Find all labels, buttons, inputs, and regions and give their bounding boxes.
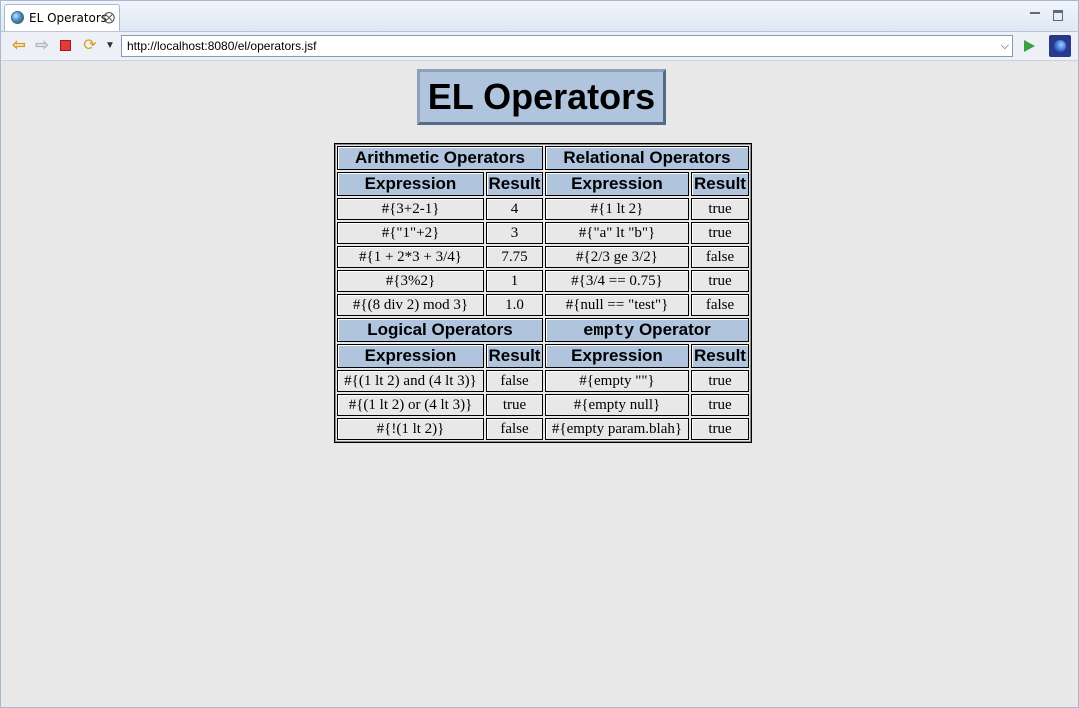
expression-cell: #{!(1 lt 2)} [337, 418, 484, 440]
expression-cell: #{"1"+2} [337, 222, 484, 244]
url-input[interactable] [127, 38, 987, 54]
table-row: #{3%2} 1 #{3/4 == 0.75} true [337, 270, 749, 292]
result-cell: true [691, 222, 749, 244]
expression-cell: #{empty param.blah} [545, 418, 689, 440]
expression-cell: #{empty ""} [545, 370, 689, 392]
tab-title: EL Operators [29, 11, 108, 25]
result-cell: true [691, 394, 749, 416]
tab-el-operators[interactable]: EL Operators ⨂ [4, 4, 120, 31]
tab-bar: EL Operators ⨂ [1, 1, 1078, 32]
table-row: #{(1 lt 2) and (4 lt 3)} false #{empty "… [337, 370, 749, 392]
result-cell: true [691, 370, 749, 392]
page-title-box: EL Operators [417, 69, 666, 125]
page-content: EL Operators Arithmetic Operators Relati… [2, 61, 1078, 706]
page-title: EL Operators [427, 76, 656, 117]
result-cell: true [691, 418, 749, 440]
result-cell: false [691, 294, 749, 316]
result-cell: false [691, 246, 749, 268]
empty-keyword: empty [583, 321, 635, 341]
eclipse-icon[interactable] [1049, 35, 1071, 57]
result-cell: 7.75 [486, 246, 543, 268]
browser-window: EL Operators ⨂ ⇦ ⇨ ⟳ ▼ ⌵ EL Operators Ar… [0, 0, 1079, 708]
expression-cell: #{3+2-1} [337, 198, 484, 220]
expression-cell: #{"a" lt "b"} [545, 222, 689, 244]
column-header: Result [486, 344, 543, 368]
expression-cell: #{1 lt 2} [545, 198, 689, 220]
result-cell: true [691, 198, 749, 220]
table-row: #{3+2-1} 4 #{1 lt 2} true [337, 198, 749, 220]
column-header: Result [691, 344, 749, 368]
expression-cell: #{empty null} [545, 394, 689, 416]
empty-operator-label: Operator [634, 319, 711, 339]
go-icon[interactable] [1019, 36, 1039, 56]
minimize-button[interactable] [1028, 7, 1042, 21]
table-row: #{!(1 lt 2)} false #{empty param.blah} t… [337, 418, 749, 440]
table-row: #{(8 div 2) mod 3} 1.0 #{null == "test"}… [337, 294, 749, 316]
table-row: #{(1 lt 2) or (4 lt 3)} true #{empty nul… [337, 394, 749, 416]
browser-toolbar: ⇦ ⇨ ⟳ ▼ ⌵ [1, 32, 1078, 61]
maximize-button[interactable] [1051, 7, 1065, 21]
result-cell: false [486, 418, 543, 440]
url-field[interactable]: ⌵ [121, 35, 1013, 57]
chevron-down-icon[interactable]: ▼ [100, 36, 120, 56]
result-cell: true [486, 394, 543, 416]
expression-cell: #{(1 lt 2) or (4 lt 3)} [337, 394, 484, 416]
result-cell: 4 [486, 198, 543, 220]
result-cell: true [691, 270, 749, 292]
url-dropdown-icon[interactable]: ⌵ [1001, 37, 1009, 55]
expression-cell: #{3/4 == 0.75} [545, 270, 689, 292]
operators-table: Arithmetic Operators Relational Operator… [334, 143, 752, 443]
relational-header: Relational Operators [545, 146, 749, 170]
expression-cell: #{3%2} [337, 270, 484, 292]
empty-operator-header: empty Operator [545, 318, 749, 342]
column-header: Expression [337, 344, 484, 368]
stop-icon[interactable] [56, 36, 76, 56]
forward-arrow-icon[interactable]: ⇨ [32, 36, 52, 56]
column-header: Expression [337, 172, 484, 196]
table-row: #{"1"+2} 3 #{"a" lt "b"} true [337, 222, 749, 244]
refresh-icon[interactable]: ⟳ [80, 36, 100, 56]
expression-cell: #{2/3 ge 3/2} [545, 246, 689, 268]
result-cell: 1 [486, 270, 543, 292]
globe-icon [11, 11, 24, 24]
close-icon[interactable]: ⨂ [103, 9, 115, 25]
logical-header: Logical Operators [337, 318, 543, 342]
result-cell: 1.0 [486, 294, 543, 316]
expression-cell: #{null == "test"} [545, 294, 689, 316]
expression-cell: #{(1 lt 2) and (4 lt 3)} [337, 370, 484, 392]
result-cell: 3 [486, 222, 543, 244]
column-header: Result [691, 172, 749, 196]
column-header: Expression [545, 172, 689, 196]
arithmetic-header: Arithmetic Operators [337, 146, 543, 170]
expression-cell: #{(8 div 2) mod 3} [337, 294, 484, 316]
back-arrow-icon[interactable]: ⇦ [9, 36, 29, 56]
column-header: Result [486, 172, 543, 196]
table-row: #{1 + 2*3 + 3/4} 7.75 #{2/3 ge 3/2} fals… [337, 246, 749, 268]
expression-cell: #{1 + 2*3 + 3/4} [337, 246, 484, 268]
result-cell: false [486, 370, 543, 392]
column-header: Expression [545, 344, 689, 368]
